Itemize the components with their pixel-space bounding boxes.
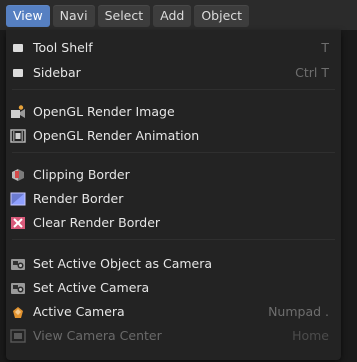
clipping-border-icon <box>10 167 26 183</box>
menu-separator <box>12 239 335 240</box>
menu-item-label: Sidebar <box>33 65 81 80</box>
menu-tabs: View Navi Select Add Object <box>6 5 250 27</box>
active-camera-icon <box>10 304 26 320</box>
menu-item-tool-shelf[interactable]: Tool Shelf T <box>6 36 341 60</box>
menu-item-set-active-object-as-camera[interactable]: Set Active Object as Camera <box>6 252 341 276</box>
menu-item-label: OpenGL Render Animation <box>33 128 200 143</box>
tab-object[interactable]: Object <box>194 5 250 27</box>
menu-separator <box>12 89 335 90</box>
menu-item-label: OpenGL Render Image <box>33 104 175 119</box>
menu-item-opengl-render-animation[interactable]: OpenGL Render Animation <box>6 124 341 148</box>
menu-item-clipping-border[interactable]: Clipping Border <box>6 163 341 187</box>
menu-item-clear-render-border[interactable]: Clear Render Border <box>6 211 341 235</box>
render-animation-icon <box>10 128 26 144</box>
tab-view[interactable]: View <box>6 5 50 27</box>
menu-item-label: Active Camera <box>33 304 125 319</box>
menu-item-shortcut: Numpad . <box>268 304 329 319</box>
menu-item-shortcut: T <box>321 40 329 55</box>
menu-item-opengl-render-image[interactable]: OpenGL Render Image <box>6 100 341 124</box>
menu-separator <box>12 152 335 153</box>
menu-item-active-camera[interactable]: Active Camera Numpad . <box>6 300 341 324</box>
panel-icon <box>10 65 26 81</box>
camera-data-icon <box>10 256 26 272</box>
tab-select[interactable]: Select <box>97 5 151 27</box>
tab-navi[interactable]: Navi <box>52 5 95 27</box>
clear-render-border-icon <box>10 215 26 231</box>
menu-item-label: Render Border <box>33 191 124 206</box>
menu-item-view-camera-center[interactable]: View Camera Center Home <box>6 324 341 348</box>
menu-item-shortcut: Home <box>292 328 329 343</box>
panel-icon <box>10 40 26 56</box>
menu-item-label: Clear Render Border <box>33 215 161 230</box>
menu-item-set-active-camera[interactable]: Set Active Camera <box>6 276 341 300</box>
view-camera-center-icon <box>10 328 26 344</box>
render-border-icon <box>10 191 26 207</box>
menu-item-label: Tool Shelf <box>33 40 93 55</box>
menu-item-label: Set Active Camera <box>33 280 150 295</box>
menu-item-label: Set Active Object as Camera <box>33 256 213 271</box>
menu-item-label: Clipping Border <box>33 167 130 182</box>
menu-item-shortcut: Ctrl T <box>295 65 329 80</box>
menu-item-label: View Camera Center <box>33 328 162 343</box>
menu-bar: View Navi Select Add Object <box>0 0 357 30</box>
camera-data-icon <box>10 280 26 296</box>
tab-add[interactable]: Add <box>153 5 192 27</box>
render-still-icon <box>10 104 26 120</box>
menu-item-sidebar[interactable]: Sidebar Ctrl T <box>6 61 341 85</box>
view-menu-dropdown: Tool Shelf T Sidebar Ctrl T OpenGL Rende… <box>6 30 341 360</box>
menu-item-render-border[interactable]: Render Border <box>6 187 341 211</box>
